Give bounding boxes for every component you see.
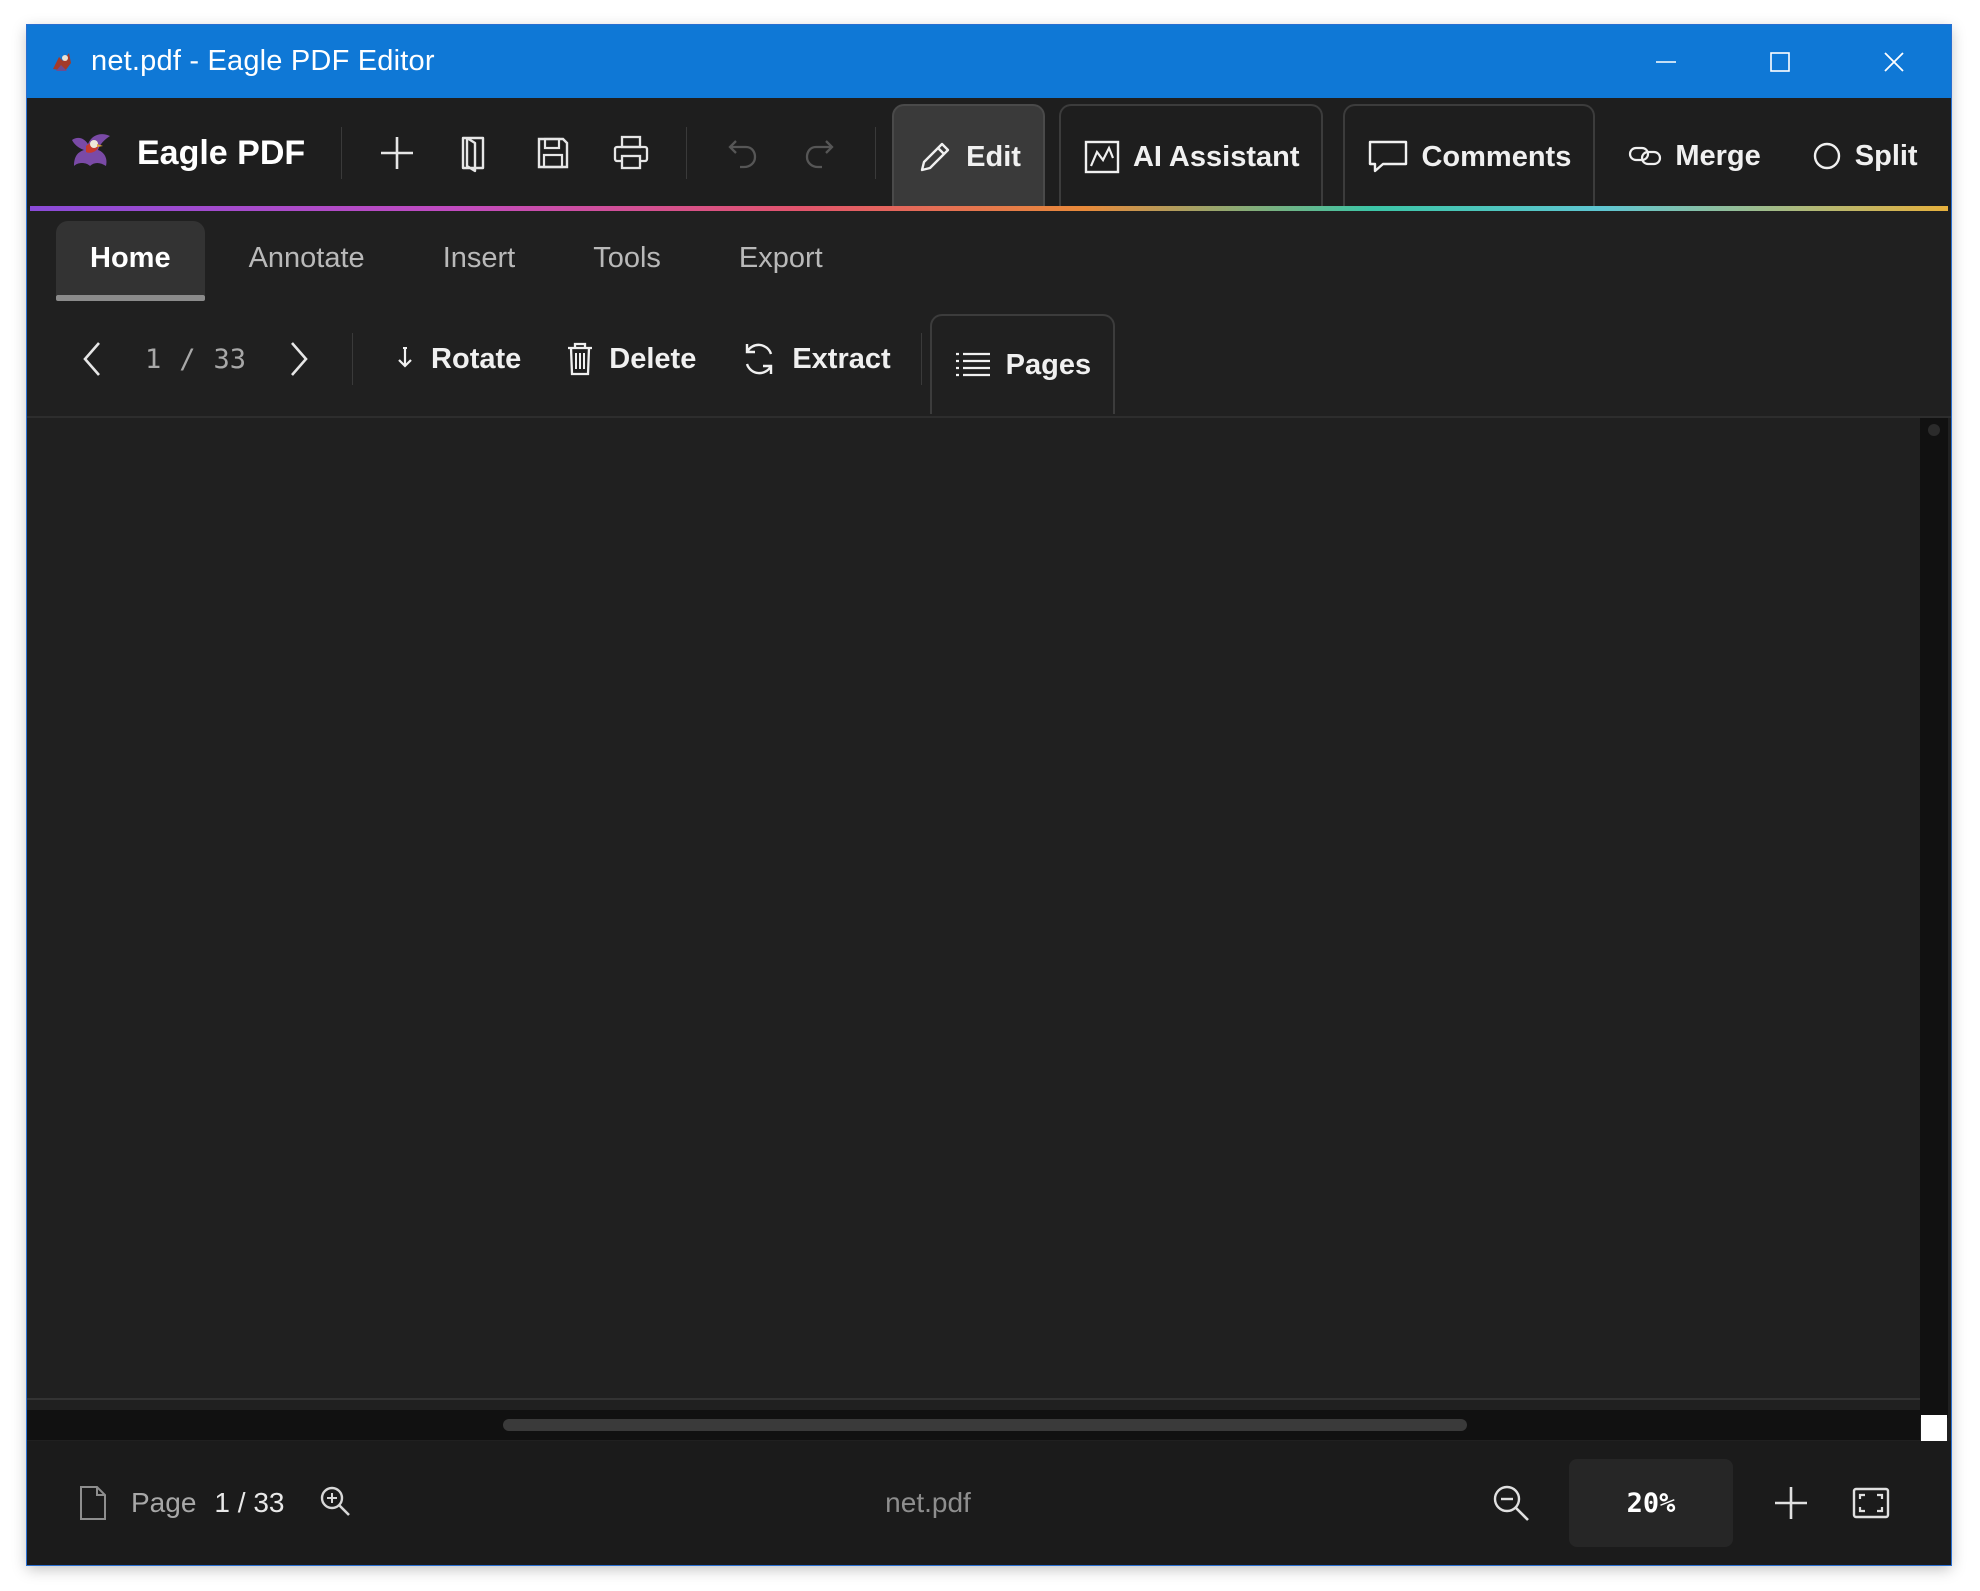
zoom-in-icon bbox=[321, 1486, 351, 1516]
document-canvas[interactable] bbox=[27, 418, 1920, 1398]
toolbar-separator bbox=[920, 333, 922, 385]
new-button[interactable] bbox=[367, 123, 427, 183]
merge-label: Merge bbox=[1675, 139, 1761, 172]
extract-label: Extract bbox=[792, 342, 891, 375]
open-document-icon bbox=[461, 136, 485, 173]
tab-annotate[interactable]: Annotate bbox=[215, 221, 399, 295]
ribbon-tabs: Home Annotate Insert Tools Export bbox=[27, 211, 1951, 301]
comments-button[interactable]: Comments bbox=[1343, 104, 1596, 208]
trash-icon bbox=[568, 342, 593, 376]
horizontal-scroll-thumb[interactable] bbox=[503, 1419, 1467, 1431]
extract-button[interactable]: Extract bbox=[718, 309, 912, 409]
redo-icon bbox=[806, 140, 834, 169]
toolbar-separator bbox=[341, 127, 343, 179]
window-controls bbox=[1609, 25, 1951, 98]
app-icon bbox=[47, 47, 77, 77]
redo-button[interactable] bbox=[790, 123, 850, 183]
horizontal-scrollbar[interactable] bbox=[27, 1410, 1920, 1440]
plus-icon bbox=[1775, 1487, 1807, 1519]
vertical-scrollbar[interactable] bbox=[1920, 418, 1948, 1418]
minimize-icon bbox=[1656, 60, 1676, 63]
tab-export[interactable]: Export bbox=[705, 221, 857, 295]
scrollbar-corner bbox=[1921, 1415, 1947, 1441]
zoom-controls: 20% bbox=[1471, 1459, 1911, 1547]
canvas-bottom-border bbox=[27, 1398, 1920, 1400]
find-button[interactable] bbox=[318, 1484, 352, 1523]
tab-tools[interactable]: Tools bbox=[559, 221, 695, 295]
list-icon bbox=[955, 352, 990, 377]
zoom-level[interactable]: 20% bbox=[1569, 1459, 1733, 1547]
brand-name: Eagle PDF bbox=[137, 133, 306, 172]
rotate-button[interactable]: Rotate bbox=[371, 309, 543, 409]
tab-home[interactable]: Home bbox=[56, 221, 205, 301]
ai-assistant-label: AI Assistant bbox=[1132, 140, 1300, 173]
status-page-label: Page bbox=[131, 1487, 197, 1518]
save-button[interactable] bbox=[523, 123, 583, 183]
zoom-out-icon bbox=[1493, 1485, 1529, 1521]
total-pages: 33 bbox=[213, 343, 247, 375]
next-page-button[interactable] bbox=[270, 330, 328, 388]
pages-button[interactable]: Pages bbox=[929, 314, 1116, 414]
title-bar: net.pdf - Eagle PDF Editor bbox=[27, 25, 1951, 98]
scroll-up-indicator[interactable] bbox=[1928, 424, 1940, 436]
eagle-logo-icon bbox=[63, 125, 119, 181]
current-page: 1 bbox=[145, 343, 162, 375]
maximize-icon bbox=[1770, 51, 1790, 72]
window-title: net.pdf - Eagle PDF Editor bbox=[91, 45, 435, 77]
close-button[interactable] bbox=[1837, 25, 1951, 98]
toolbar-separator bbox=[686, 127, 688, 179]
undo-icon bbox=[728, 140, 757, 169]
zoom-in-button[interactable] bbox=[1761, 1473, 1821, 1533]
chart-icon bbox=[1084, 140, 1120, 174]
tab-insert[interactable]: Insert bbox=[409, 221, 550, 295]
page-counter: 1 / 33 bbox=[145, 344, 246, 375]
comment-icon bbox=[1369, 140, 1408, 173]
print-button[interactable] bbox=[601, 123, 661, 183]
status-bar: Page 1 / 33 net.pdf 20% bbox=[27, 1441, 1951, 1565]
close-icon bbox=[1884, 51, 1904, 72]
fit-page-button[interactable] bbox=[1841, 1473, 1901, 1533]
pencil-icon bbox=[920, 142, 950, 172]
plus-icon bbox=[381, 137, 414, 169]
toolbar-separator bbox=[875, 127, 877, 179]
rotate-arrow-icon bbox=[398, 347, 412, 368]
open-button[interactable] bbox=[445, 123, 505, 183]
link-icon bbox=[1629, 146, 1662, 166]
chevron-right-icon bbox=[291, 342, 308, 376]
status-page-info: Page 1 / 33 bbox=[77, 1484, 352, 1523]
chevron-left-icon bbox=[83, 342, 100, 376]
merge-button[interactable]: Merge bbox=[1605, 104, 1782, 208]
status-filename: net.pdf bbox=[885, 1487, 971, 1518]
print-icon bbox=[614, 135, 649, 170]
page-separator: / bbox=[179, 343, 196, 375]
delete-label: Delete bbox=[609, 342, 697, 375]
minimize-button[interactable] bbox=[1609, 25, 1723, 98]
circle-icon bbox=[1813, 142, 1840, 170]
edit-label: Edit bbox=[966, 140, 1021, 173]
undo-button[interactable] bbox=[712, 123, 772, 183]
pages-label: Pages bbox=[1005, 348, 1092, 381]
main-toolbar: Eagle PDF Edit AI Assistant Comments Mer… bbox=[27, 98, 1951, 208]
zoom-out-button[interactable] bbox=[1481, 1473, 1541, 1533]
ai-assistant-button[interactable]: AI Assistant bbox=[1058, 104, 1324, 208]
page-toolbar: 1 / 33 Rotate Delete Extract Pages bbox=[27, 301, 1951, 417]
rotate-label: Rotate bbox=[431, 342, 522, 375]
comments-label: Comments bbox=[1421, 140, 1572, 173]
toolbar-separator bbox=[352, 333, 354, 385]
edit-mode-button[interactable]: Edit bbox=[892, 104, 1045, 208]
status-page-value: 1 / 33 bbox=[214, 1487, 285, 1518]
previous-page-button[interactable] bbox=[63, 330, 121, 388]
app-window: net.pdf - Eagle PDF Editor Eagle PDF Edi… bbox=[27, 25, 1951, 1565]
save-icon bbox=[537, 137, 569, 169]
maximize-button[interactable] bbox=[1723, 25, 1837, 98]
delete-button[interactable]: Delete bbox=[543, 309, 718, 409]
refresh-icon bbox=[746, 343, 773, 375]
split-button[interactable]: Split bbox=[1789, 104, 1940, 208]
split-label: Split bbox=[1854, 139, 1918, 172]
page-icon bbox=[80, 1486, 106, 1520]
fit-screen-icon bbox=[1852, 1487, 1890, 1519]
brand: Eagle PDF bbox=[63, 125, 305, 181]
